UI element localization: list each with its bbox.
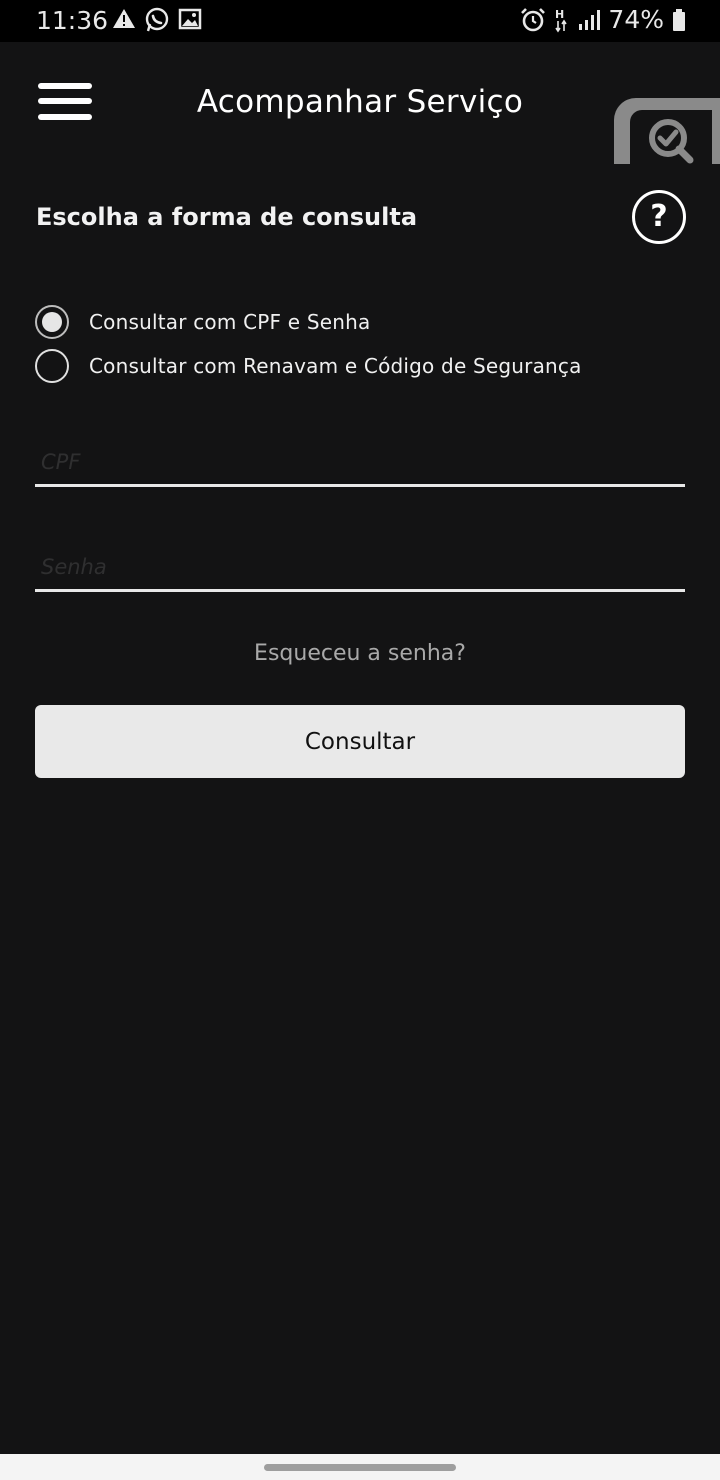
signal-icon [579,9,601,30]
cpf-field [35,450,685,487]
status-time: 11:36 [36,6,109,35]
warning-icon [113,9,135,28]
radio-button-selected[interactable] [35,305,69,339]
option-renavam-codigo[interactable]: Consultar com Renavam e Código de Segura… [35,349,582,383]
battery-icon [673,8,685,31]
forgot-password-link[interactable]: Esqueceu a senha? [0,641,720,666]
image-icon [178,8,202,30]
radio-dot [42,312,62,332]
option-label: Consultar com Renavam e Código de Segura… [89,354,582,378]
radio-button[interactable] [35,349,69,383]
home-gesture-handle[interactable] [264,1464,456,1471]
consultar-button[interactable]: Consultar [35,705,685,778]
battery-percent: 74% [608,5,664,34]
option-cpf-senha[interactable]: Consultar com CPF e Senha [35,305,370,339]
help-icon[interactable]: ? [632,190,686,244]
section-title: Escolha a forma de consulta [36,203,418,231]
cpf-input[interactable] [35,450,685,484]
notification-icons [112,7,202,33]
system-nav-bar [0,1454,720,1480]
status-right: H 74% [520,5,686,34]
status-bar: 11:36 H 74% [0,0,720,42]
option-label: Consultar com CPF e Senha [89,310,371,334]
search-check-icon [649,119,694,164]
search-check-button[interactable] [614,98,720,164]
alarm-icon [521,7,546,31]
whatsapp-icon [145,7,169,32]
svg-text:H: H [555,8,564,21]
senha-field [35,555,685,592]
page-title: Acompanhar Serviço [196,84,524,120]
senha-input[interactable] [35,555,685,589]
h-plus-data-icon: H [555,8,568,32]
search-check-tab-inner [630,110,712,164]
